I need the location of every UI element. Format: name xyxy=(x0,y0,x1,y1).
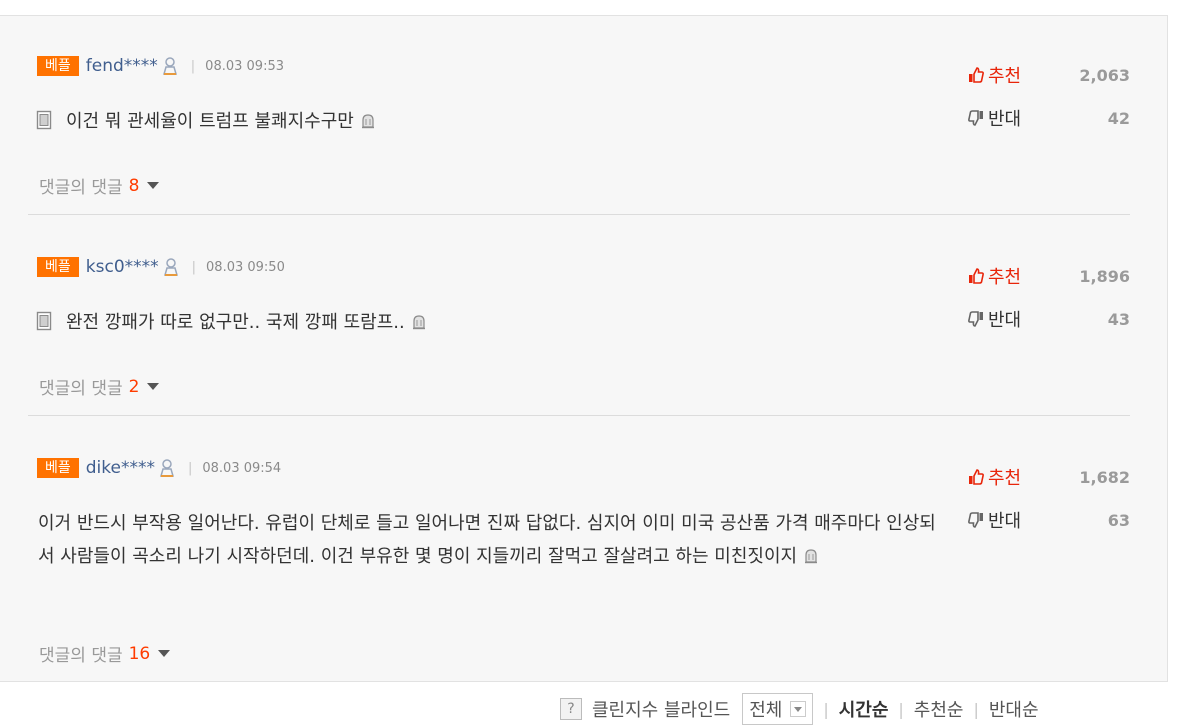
recommend-button[interactable]: 추천 1,896 xyxy=(968,263,1130,289)
user-profile-icon[interactable] xyxy=(162,56,178,76)
comment-divider xyxy=(28,214,1130,215)
document-icon xyxy=(36,311,52,331)
comments-panel: 베플 fend**** | 08.03 09:53 이건 뭐 관세율이 트럼프 … xyxy=(0,15,1168,682)
header-divider: | xyxy=(190,58,196,74)
comment-header: 베플 fend**** | 08.03 09:53 xyxy=(37,53,284,79)
thumbs-down-icon xyxy=(968,110,983,126)
report-icon[interactable] xyxy=(411,314,427,330)
report-icon[interactable] xyxy=(360,113,376,129)
oppose-count: 63 xyxy=(1107,510,1130,530)
thumbs-down-icon xyxy=(968,512,983,528)
sort-by-recommend[interactable]: 추천순 xyxy=(914,696,964,722)
recommend-button[interactable]: 추천 1,682 xyxy=(968,464,1130,490)
oppose-count: 43 xyxy=(1107,309,1130,329)
header-divider: | xyxy=(191,259,197,275)
oppose-button[interactable]: 반대 63 xyxy=(968,507,1130,533)
reply-toggle-label: 댓글의 댓글 xyxy=(39,646,123,666)
comment-time: 08.03 09:54 xyxy=(202,460,282,476)
reply-toggle[interactable]: 댓글의 댓글 2 xyxy=(39,374,160,399)
oppose-label: 반대 xyxy=(988,310,1022,331)
reply-count: 2 xyxy=(128,376,140,397)
filter-select-value: 전체 xyxy=(749,700,783,721)
reply-toggle-label: 댓글의 댓글 xyxy=(39,379,123,399)
caret-down-icon xyxy=(147,182,160,189)
sort-divider: | xyxy=(898,699,904,719)
best-badge: 베플 xyxy=(37,257,79,277)
recommend-count: 1,896 xyxy=(1079,266,1130,286)
thumbs-up-icon xyxy=(969,469,984,485)
thumbs-up-icon xyxy=(969,268,984,284)
help-icon[interactable]: ? xyxy=(560,698,582,720)
comment-body: 이건 뭐 관세율이 트럼프 불쾌지수구만 xyxy=(36,105,946,138)
recommend-label: 추천 xyxy=(988,468,1022,489)
user-nickname[interactable]: ksc0**** xyxy=(86,257,159,277)
comment-time: 08.03 09:50 xyxy=(206,259,285,275)
comment-body: 완전 깡패가 따로 없구만.. 국제 깡패 또람프.. xyxy=(36,306,946,339)
thumbs-down-icon xyxy=(968,311,983,327)
oppose-count: 42 xyxy=(1107,108,1130,128)
oppose-button[interactable]: 반대 42 xyxy=(968,105,1130,131)
vote-area: 추천 1,682 반대 63 xyxy=(968,464,1130,533)
sort-divider: | xyxy=(823,699,829,719)
filter-select[interactable]: 전체 xyxy=(742,693,814,725)
reply-count: 16 xyxy=(128,643,151,664)
sort-filter-bar: ? 클린지수 블라인드 전체 | 시간순 | 추천순 | 반대순 xyxy=(560,693,1039,725)
reply-count: 8 xyxy=(128,175,140,196)
recommend-count: 1,682 xyxy=(1079,467,1130,487)
comment-text: 완전 깡패가 따로 없구만.. 국제 깡패 또람프.. xyxy=(66,312,405,333)
dropdown-arrow-icon xyxy=(790,701,807,717)
oppose-label: 반대 xyxy=(988,109,1022,130)
recommend-button[interactable]: 추천 2,063 xyxy=(968,62,1130,88)
vote-area: 추천 1,896 반대 43 xyxy=(968,263,1130,332)
recommend-label: 추천 xyxy=(988,66,1022,87)
caret-down-icon xyxy=(158,650,171,657)
user-profile-icon[interactable] xyxy=(163,257,179,277)
vote-area: 추천 2,063 반대 42 xyxy=(968,62,1130,131)
user-nickname[interactable]: dike**** xyxy=(86,458,155,478)
recommend-label: 추천 xyxy=(988,267,1022,288)
comment-text: 이거 반드시 부작용 일어난다. 유럽이 단체로 들고 일어나면 진짜 답없다.… xyxy=(38,513,936,567)
clean-index-blind-label[interactable]: 클린지수 블라인드 xyxy=(592,696,730,722)
report-icon[interactable] xyxy=(803,548,819,564)
oppose-button[interactable]: 반대 43 xyxy=(968,306,1130,332)
reply-toggle[interactable]: 댓글의 댓글 8 xyxy=(39,173,160,198)
document-icon xyxy=(36,110,52,130)
best-badge: 베플 xyxy=(37,458,79,478)
comment-time: 08.03 09:53 xyxy=(205,58,284,74)
reply-toggle[interactable]: 댓글의 댓글 16 xyxy=(39,641,171,666)
user-profile-icon[interactable] xyxy=(159,458,175,478)
sort-divider: | xyxy=(973,699,979,719)
comment-text: 이건 뭐 관세율이 트럼프 불쾌지수구만 xyxy=(66,111,354,132)
best-badge: 베플 xyxy=(37,56,79,76)
thumbs-up-icon xyxy=(969,67,984,83)
header-divider: | xyxy=(187,460,193,476)
user-nickname[interactable]: fend**** xyxy=(86,56,158,76)
comment-header: 베플 dike**** | 08.03 09:54 xyxy=(37,455,281,481)
sort-by-oppose[interactable]: 반대순 xyxy=(989,696,1039,722)
comment-divider xyxy=(28,415,1130,416)
sort-by-time[interactable]: 시간순 xyxy=(839,696,889,722)
reply-toggle-label: 댓글의 댓글 xyxy=(39,178,123,198)
comment-header: 베플 ksc0**** | 08.03 09:50 xyxy=(37,254,285,280)
recommend-count: 2,063 xyxy=(1079,65,1130,85)
comment-body: 이거 반드시 부작용 일어난다. 유럽이 단체로 들고 일어나면 진짜 답없다.… xyxy=(38,507,948,573)
oppose-label: 반대 xyxy=(988,511,1022,532)
caret-down-icon xyxy=(147,383,160,390)
